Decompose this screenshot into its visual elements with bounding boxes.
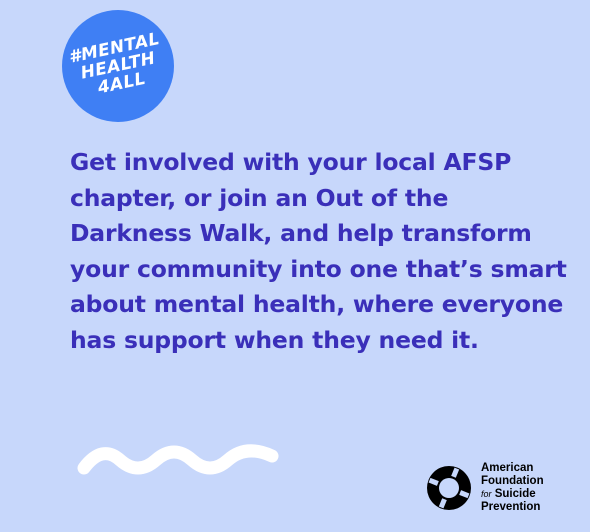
logo-line-for-suicide: for Suicide (481, 488, 544, 501)
logo-word-suicide: Suicide (494, 488, 536, 500)
hashtag-badge: #MENTAL HEALTH 4ALL (62, 10, 174, 122)
afsp-logo-text: American Foundation for Suicide Preventi… (481, 462, 544, 514)
social-post-card: { "badge": { "text": "#MENTAL\nHEALTH\n4… (0, 0, 590, 532)
afsp-logo: American Foundation for Suicide Preventi… (425, 462, 544, 514)
wavy-line-icon (77, 444, 279, 475)
call-to-action-text: Get involved with your local AFSP chapte… (70, 148, 567, 354)
life-ring-icon (427, 466, 471, 510)
logo-word-for: for (481, 489, 492, 499)
hashtag-badge-text: #MENTAL HEALTH 4ALL (67, 29, 162, 99)
logo-line-foundation: Foundation (481, 475, 544, 487)
logo-line-american: American (481, 462, 534, 474)
logo-line-prevention: Prevention (481, 501, 541, 513)
